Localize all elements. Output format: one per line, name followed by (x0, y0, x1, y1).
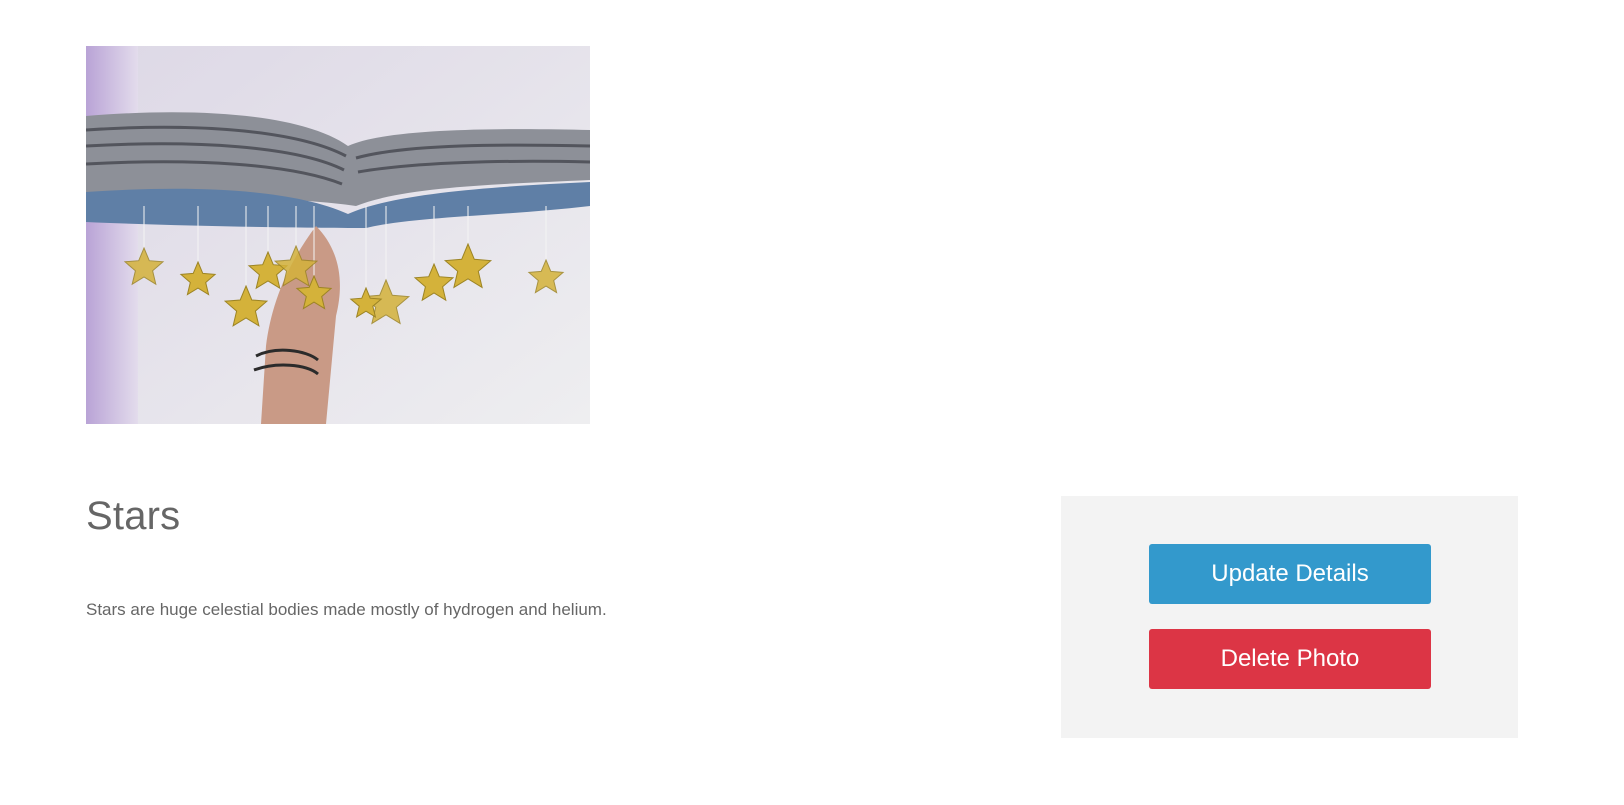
update-details-button[interactable]: Update Details (1149, 544, 1431, 604)
photo-title: Stars (86, 494, 181, 538)
window-edge (86, 46, 138, 424)
delete-photo-button[interactable]: Delete Photo (1149, 629, 1431, 689)
photo-image (86, 46, 590, 424)
wall-background (86, 46, 590, 424)
photo-description: Stars are huge celestial bodies made mos… (86, 600, 607, 619)
action-panel: Update Details Delete Photo (1061, 496, 1518, 738)
photo-detail-page: Stars Stars are huge celestial bodies ma… (0, 0, 1624, 805)
photo-illustration (86, 46, 590, 424)
